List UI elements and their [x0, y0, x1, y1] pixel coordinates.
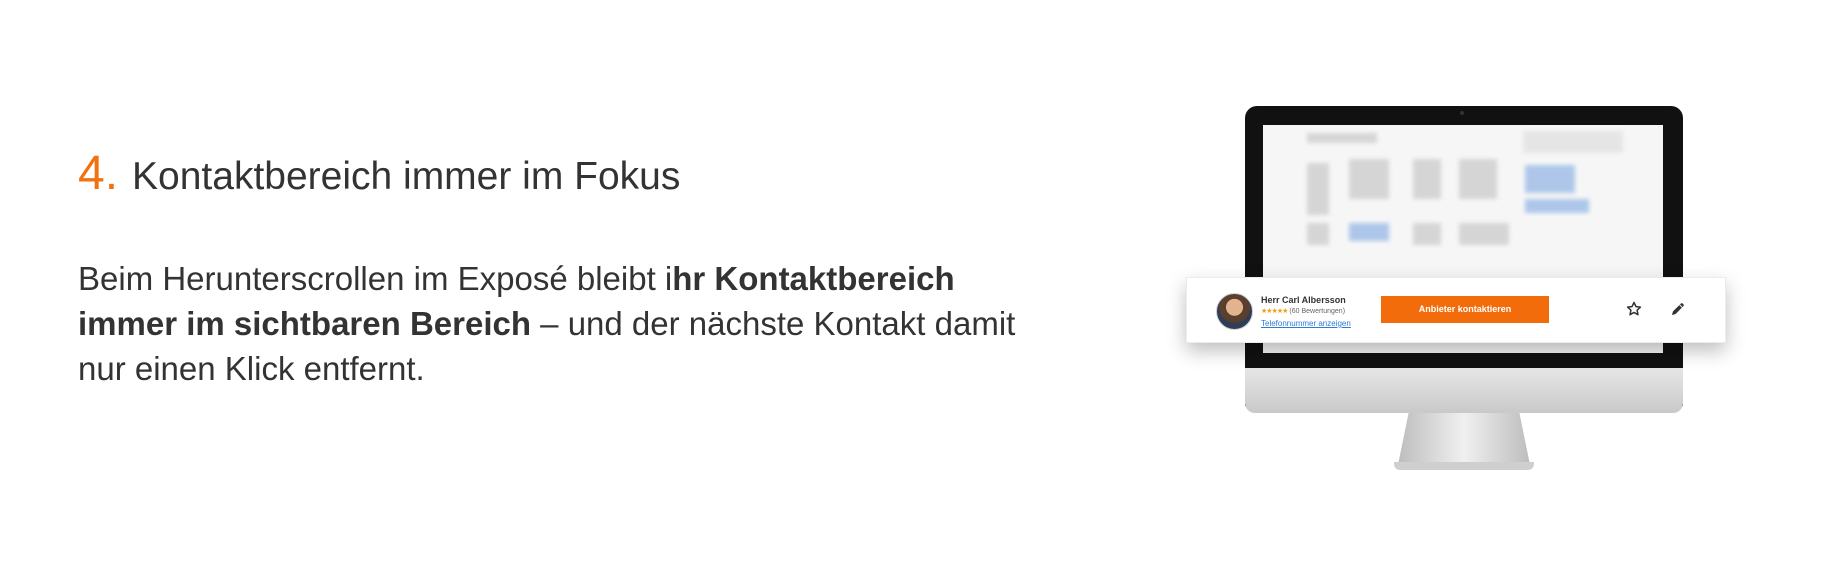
blurred-link [1525, 165, 1575, 193]
monitor-chin [1245, 368, 1683, 413]
feature-number: 4. [78, 147, 119, 200]
sticky-contact-bar: Herr Carl Albersson ★★★★★ (60 Bewertungen… [1186, 277, 1726, 343]
blurred-link [1525, 199, 1589, 213]
favorite-star-icon[interactable] [1625, 300, 1643, 318]
blurred-content [1413, 159, 1441, 199]
provider-rating: ★★★★★ (60 Bewertungen) [1261, 307, 1345, 315]
blurred-content [1307, 223, 1329, 245]
feature-section: 4. Kontaktbereich immer im Fokus Beim He… [78, 150, 1078, 388]
edit-pencil-icon[interactable] [1669, 300, 1687, 318]
blurred-content [1459, 223, 1509, 245]
feature-description: Beim Herunterscrollen im Exposé bleibt i… [78, 256, 1058, 391]
rating-count: (60 Bewertungen) [1289, 308, 1346, 315]
provider-name: Herr Carl Albersson [1261, 295, 1346, 305]
rating-stars-icon: ★★★★★ [1261, 308, 1288, 315]
blurred-content [1413, 223, 1441, 245]
monitor-bezel [1245, 106, 1683, 406]
camera-dot [1460, 111, 1464, 115]
blurred-content [1523, 131, 1623, 153]
blurred-link [1349, 223, 1389, 241]
blurred-content [1459, 159, 1497, 199]
monitor-stand [1398, 413, 1530, 465]
feature-heading: 4. Kontaktbereich immer im Fokus [78, 150, 1078, 198]
description-text-part1: Beim Herunterscrollen im Exposé bleibt i [78, 260, 673, 297]
show-phone-link[interactable]: Telefonnummer anzeigen [1261, 319, 1351, 328]
monitor-illustration [1245, 106, 1683, 470]
provider-avatar [1216, 293, 1253, 330]
blurred-content [1349, 159, 1389, 199]
contact-provider-button[interactable]: Anbieter kontaktieren [1381, 296, 1549, 323]
blurred-content [1307, 163, 1329, 215]
blurred-content [1307, 133, 1377, 143]
feature-title: Kontaktbereich immer im Fokus [132, 155, 681, 198]
monitor-base [1394, 462, 1534, 470]
